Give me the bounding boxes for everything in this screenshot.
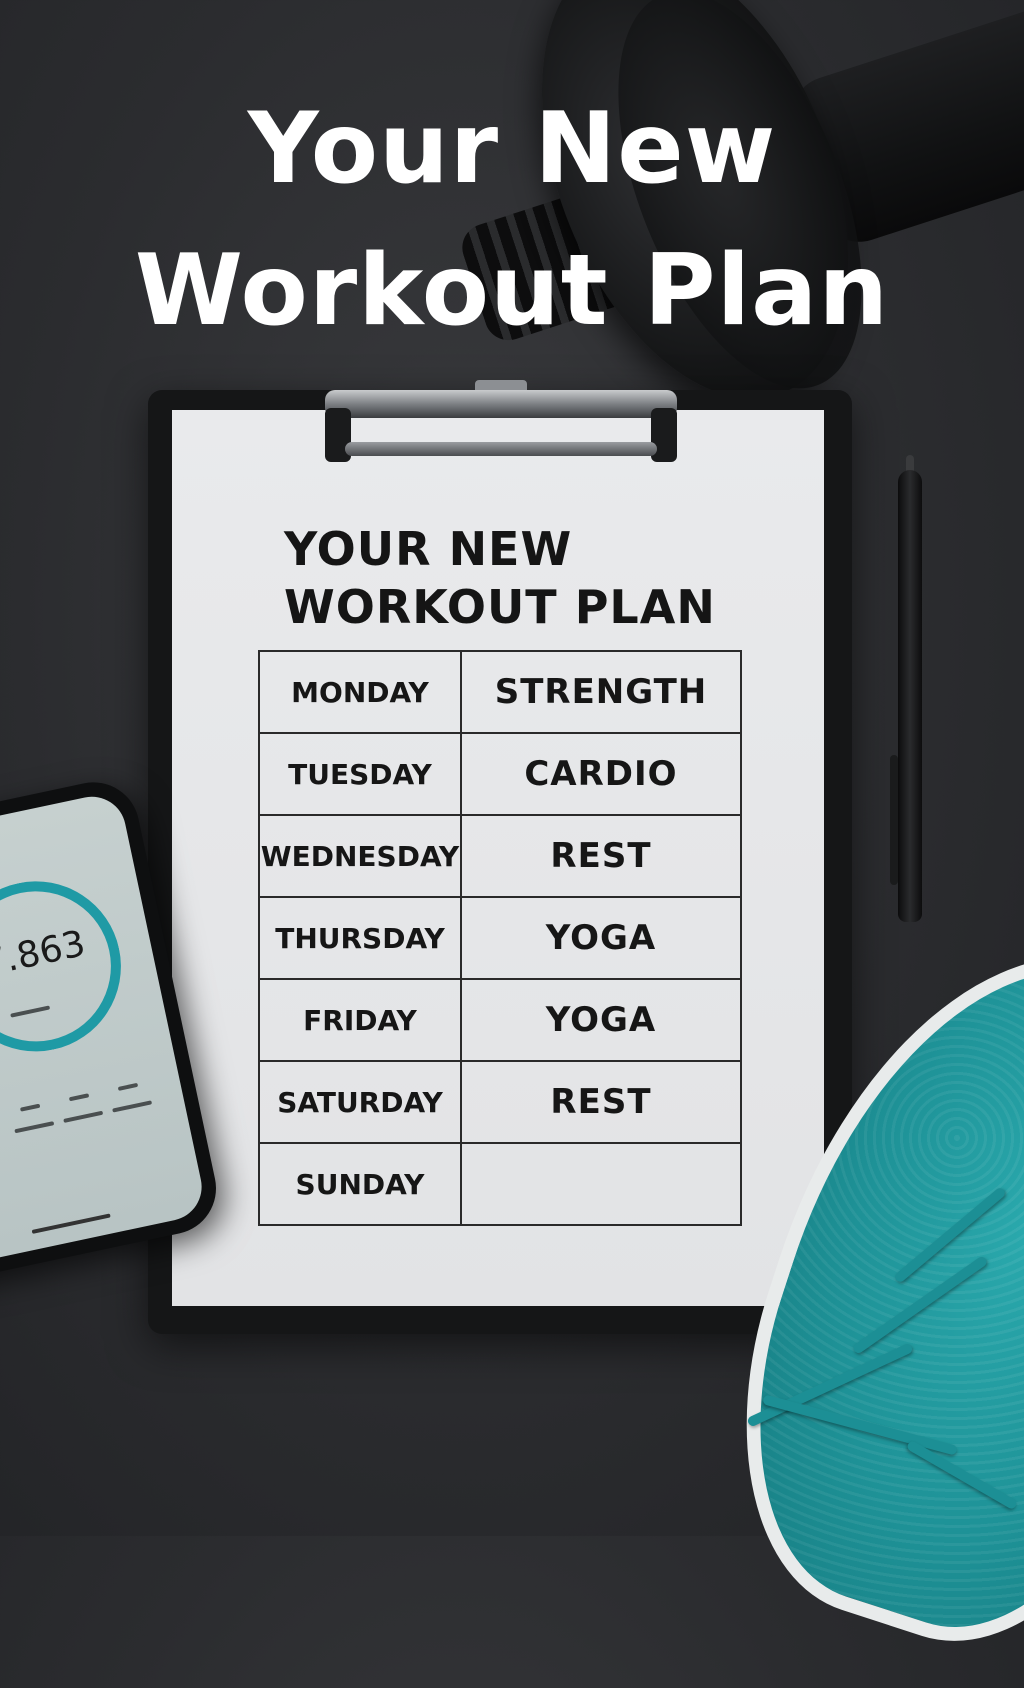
headline: Your New Workout Plan <box>0 78 1024 362</box>
day-cell: THURSDAY <box>258 896 462 980</box>
activity-cell: CARDIO <box>459 732 743 816</box>
headline-line-2: Workout Plan <box>134 234 890 348</box>
headline-line-1: Your New <box>247 92 777 206</box>
sheet-title: YOUR NEW WORKOUT PLAN <box>284 520 716 636</box>
sheet-title-line-2: WORKOUT PLAN <box>284 580 716 634</box>
day-cell: WEDNESDAY <box>258 814 462 898</box>
table-row: TUESDAY CARDIO <box>258 732 743 816</box>
table-row: MONDAY STRENGTH <box>258 650 743 734</box>
workout-plan-scene: Your New Workout Plan YOUR NEW WORKOUT P… <box>0 0 1024 1688</box>
clip-lever <box>345 442 657 456</box>
stat-label-mark <box>112 1100 153 1113</box>
pen-clip <box>890 755 898 885</box>
table-row: SATURDAY REST <box>258 1060 743 1144</box>
day-cell: MONDAY <box>258 650 462 734</box>
stat-mark <box>117 1082 139 1091</box>
day-cell: FRIDAY <box>258 978 462 1062</box>
table-row: WEDNESDAY REST <box>258 814 743 898</box>
activity-cell: REST <box>459 1060 743 1144</box>
activity-cell <box>459 1142 743 1226</box>
day-cell: SUNDAY <box>258 1142 462 1226</box>
schedule-table: MONDAY STRENGTH TUESDAY CARDIO WEDNESDAY… <box>258 650 743 1226</box>
activity-cell: REST <box>459 814 743 898</box>
activity-cell: YOGA <box>459 896 743 980</box>
clip-bar <box>325 390 677 418</box>
stat-mark <box>68 1093 90 1102</box>
activity-cell: YOGA <box>459 978 743 1062</box>
table-row: SUNDAY <box>258 1142 743 1226</box>
table-row: FRIDAY YOGA <box>258 978 743 1062</box>
clipboard-clip <box>325 380 677 470</box>
sheet-title-line-1: YOUR NEW <box>284 522 573 576</box>
home-indicator <box>31 1213 111 1234</box>
table-row: THURSDAY YOGA <box>258 896 743 980</box>
stat-mark <box>19 1103 41 1112</box>
stat-label-mark <box>63 1110 104 1123</box>
day-cell: SATURDAY <box>258 1060 462 1144</box>
activity-cell: STRENGTH <box>459 650 743 734</box>
pen <box>898 470 922 922</box>
day-cell: TUESDAY <box>258 732 462 816</box>
stat-label-mark <box>14 1121 55 1134</box>
